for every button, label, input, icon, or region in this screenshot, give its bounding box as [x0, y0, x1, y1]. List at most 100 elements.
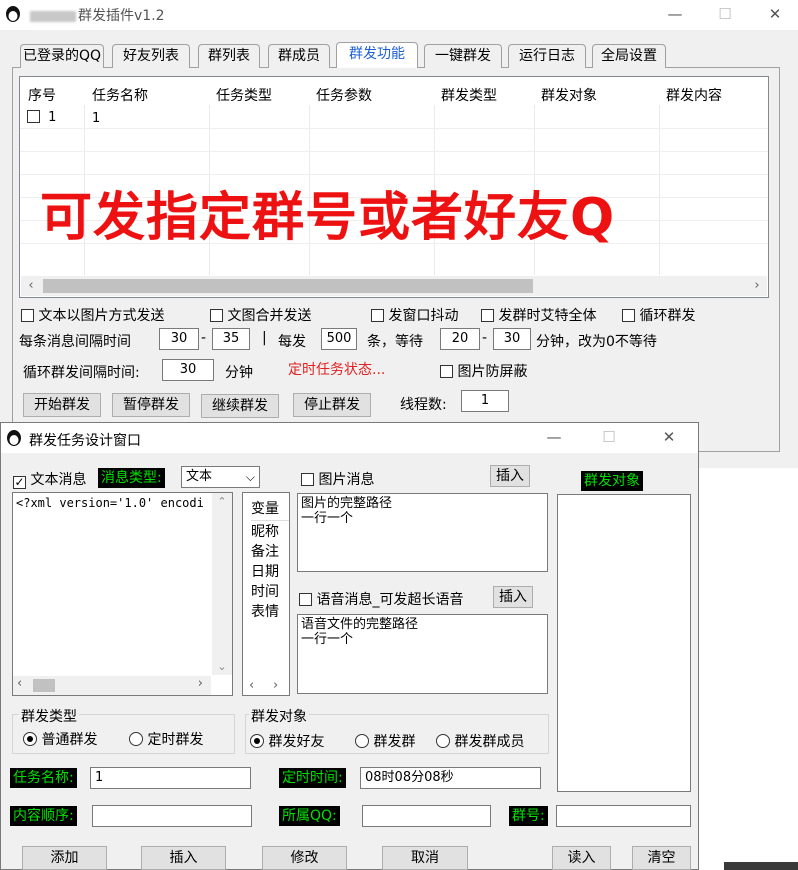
owner-qq-input[interactable]: [362, 805, 491, 827]
content-order-input[interactable]: [92, 805, 252, 827]
scroll-right-icon[interactable]: ›: [198, 676, 203, 691]
variable-remark[interactable]: 备注: [251, 542, 289, 562]
scroll-left-icon[interactable]: ‹: [17, 676, 22, 691]
image-msg-option[interactable]: 图片消息: [301, 469, 374, 489]
tab-global-settings[interactable]: 全局设置: [592, 44, 666, 68]
image-path-input[interactable]: 图片的完整路径 一行一个: [297, 493, 548, 572]
text-content-input[interactable]: <?xml version='1.0' encodi: [12, 492, 233, 696]
variable-emoji[interactable]: 表情: [251, 602, 289, 622]
row-checkbox[interactable]: [27, 110, 40, 123]
each-count-input[interactable]: 500: [321, 328, 357, 350]
maximize-icon[interactable]: ☐: [586, 423, 632, 453]
send-type-normal[interactable]: 普通群发: [23, 729, 97, 749]
insert-button[interactable]: 插入: [141, 846, 226, 870]
tab-mass-send[interactable]: 群发功能: [336, 42, 418, 68]
scroll-left-icon[interactable]: ‹: [22, 277, 40, 295]
col-send-target[interactable]: 群发对象: [541, 85, 597, 105]
target-groups[interactable]: 群发群: [355, 731, 415, 751]
checkbox-icon[interactable]: [622, 309, 635, 322]
add-button[interactable]: 添加: [22, 846, 107, 870]
dropdown-icon[interactable]: ⌵: [246, 467, 255, 487]
image-insert-button[interactable]: 插入: [490, 465, 530, 487]
msg-type-select[interactable]: 文本 ⌵: [181, 466, 260, 488]
start-button[interactable]: 开始群发: [23, 393, 101, 417]
checkbox-icon[interactable]: ✓: [13, 476, 26, 489]
voice-path-input[interactable]: 语音文件的完整路径 一行一个: [297, 614, 548, 694]
voice-msg-option[interactable]: 语音消息_可发超长语音: [299, 589, 463, 609]
text-msg-option[interactable]: ✓ 文本消息: [13, 469, 86, 489]
threads-input[interactable]: 1: [461, 390, 509, 412]
anti-block-option[interactable]: 图片防屏蔽: [440, 361, 527, 381]
checkbox-icon[interactable]: [299, 593, 312, 606]
variable-nickname[interactable]: 昵称: [251, 522, 289, 542]
close-icon[interactable]: ✕: [646, 423, 692, 453]
merge-send-option[interactable]: 文图合并发送: [210, 305, 311, 325]
tab-one-click[interactable]: 一键群发: [424, 44, 502, 68]
checkbox-icon[interactable]: [210, 309, 223, 322]
image-send-option[interactable]: 文本以图片方式发送: [21, 305, 164, 325]
voice-insert-button[interactable]: 插入: [493, 586, 533, 608]
interval-max-input[interactable]: 35: [212, 328, 250, 350]
radio-icon[interactable]: [436, 734, 450, 748]
clear-button[interactable]: 清空: [632, 846, 691, 870]
send-type-timed[interactable]: 定时群发: [129, 729, 203, 749]
radio-icon[interactable]: [250, 734, 264, 748]
col-index[interactable]: 序号: [28, 85, 56, 105]
read-button[interactable]: 读入: [552, 846, 611, 870]
col-task-type[interactable]: 任务类型: [216, 85, 272, 105]
minimize-icon[interactable]: —: [531, 423, 577, 453]
tab-members[interactable]: 群成员: [268, 44, 330, 68]
loop-interval-input[interactable]: 30: [162, 359, 214, 381]
target-friends[interactable]: 群发好友: [250, 731, 324, 751]
resume-button[interactable]: 继续群发: [201, 394, 279, 418]
tab-log[interactable]: 运行日志: [508, 44, 586, 68]
col-send-content[interactable]: 群发内容: [666, 85, 722, 105]
stop-button[interactable]: 停止群发: [293, 393, 371, 417]
checkbox-icon[interactable]: [371, 309, 384, 322]
group-no-input[interactable]: [556, 805, 691, 827]
interval-min-input[interactable]: 30: [159, 328, 199, 350]
radio-icon[interactable]: [355, 734, 369, 748]
scroll-left-icon[interactable]: ‹: [249, 678, 254, 693]
scroll-down-icon[interactable]: ⌄: [212, 660, 232, 673]
maximize-icon[interactable]: ☐: [702, 0, 748, 30]
vertical-scrollbar[interactable]: ⌃ ⌄: [212, 493, 232, 675]
cancel-button[interactable]: 取消: [382, 846, 468, 870]
checkbox-icon[interactable]: [21, 309, 34, 322]
col-send-type[interactable]: 群发类型: [441, 85, 497, 105]
close-icon[interactable]: ✕: [752, 0, 798, 30]
timed-time-input[interactable]: 08时08分08秒: [360, 767, 541, 789]
horizontal-scrollbar[interactable]: ‹ ›: [21, 276, 767, 296]
table-row[interactable]: 1: [27, 110, 56, 125]
scroll-right-icon[interactable]: ›: [748, 277, 766, 295]
checkbox-icon[interactable]: [481, 309, 494, 322]
at-all-option[interactable]: 发群时艾特全体: [481, 305, 596, 325]
target-list-input[interactable]: [557, 494, 691, 792]
horizontal-scrollbar[interactable]: ‹ ›: [13, 676, 211, 695]
variable-date[interactable]: 日期: [251, 562, 289, 582]
tab-friends[interactable]: 好友列表: [112, 44, 190, 68]
scroll-thumb[interactable]: [33, 679, 55, 692]
tab-groups[interactable]: 群列表: [198, 44, 260, 68]
scroll-right-icon[interactable]: ›: [273, 678, 278, 693]
radio-icon[interactable]: [23, 732, 37, 746]
col-task-params[interactable]: 任务参数: [316, 85, 372, 105]
target-members[interactable]: 群发群成员: [436, 731, 524, 751]
loop-send-option[interactable]: 循环群发: [622, 305, 695, 325]
wait-max-input[interactable]: 30: [493, 328, 531, 350]
variable-time[interactable]: 时间: [251, 582, 289, 602]
task-name-input[interactable]: 1: [90, 767, 251, 789]
variables-list[interactable]: 变量 昵称 备注 日期 时间 表情 ‹ ›: [242, 492, 290, 696]
window-shake-option[interactable]: 发窗口抖动: [371, 305, 458, 325]
col-task-name[interactable]: 任务名称: [92, 85, 148, 105]
checkbox-icon[interactable]: [301, 473, 314, 486]
radio-icon[interactable]: [129, 732, 143, 746]
scroll-thumb[interactable]: [43, 279, 533, 293]
scroll-up-icon[interactable]: ⌃: [212, 495, 232, 508]
tab-logged-qq[interactable]: 已登录的QQ: [20, 44, 104, 68]
checkbox-icon[interactable]: [440, 365, 453, 378]
minimize-icon[interactable]: —: [652, 0, 698, 30]
pause-button[interactable]: 暂停群发: [112, 393, 190, 417]
wait-min-input[interactable]: 20: [440, 328, 480, 350]
modify-button[interactable]: 修改: [262, 846, 347, 870]
